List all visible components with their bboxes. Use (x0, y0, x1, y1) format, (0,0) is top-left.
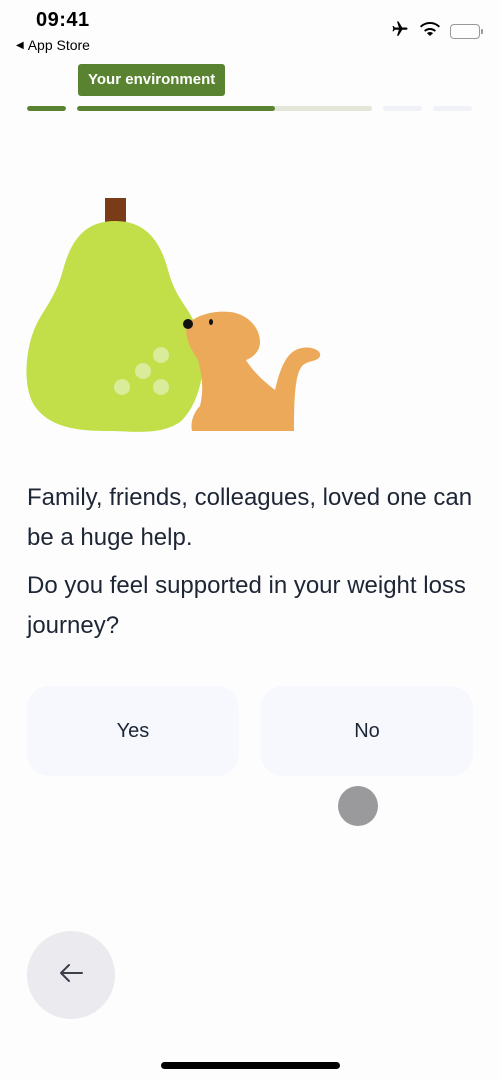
progress-segment-fill (77, 106, 275, 111)
back-triangle-icon: ◀ (16, 39, 24, 51)
pear-spot (153, 379, 169, 395)
touch-indicator (338, 786, 378, 826)
progress-segment (27, 106, 66, 111)
progress-bar (0, 106, 500, 111)
answer-yes-button[interactable]: Yes (27, 686, 239, 776)
progress-segment-fill (27, 106, 66, 111)
pear-spot (135, 363, 151, 379)
back-button[interactable] (27, 931, 115, 1019)
arrow-left-icon (58, 963, 84, 988)
question-text-block: Family, friends, colleagues, loved one c… (27, 478, 477, 646)
pear-stem (105, 198, 126, 222)
progress-segment (383, 106, 422, 111)
home-indicator[interactable] (161, 1062, 340, 1069)
progress-segment (77, 106, 372, 111)
pear-spot (153, 347, 169, 363)
status-icons (390, 20, 483, 43)
status-time: 09:41 (36, 9, 90, 31)
pear-spot (114, 379, 130, 395)
pear-and-dog-illustration (20, 190, 340, 440)
pear-body (26, 221, 204, 432)
section-tag: Your environment (78, 64, 226, 96)
wifi-icon (420, 21, 440, 42)
answer-no-button[interactable]: No (261, 686, 473, 776)
back-app-label: App Store (27, 37, 90, 53)
question-text: Do you feel supported in your weight los… (27, 572, 466, 639)
progress-segment (433, 106, 472, 111)
answer-options: Yes No (27, 686, 473, 776)
battery-icon (450, 24, 483, 39)
back-to-app-store-link[interactable]: ◀ App Store (16, 37, 90, 53)
dog-eye (209, 319, 213, 325)
dog-nose (183, 319, 193, 329)
intro-text: Family, friends, colleagues, loved one c… (27, 484, 473, 551)
airplane-mode-icon (390, 20, 410, 43)
dog-body (186, 311, 321, 431)
status-bar: 09:41 ◀ App Store (0, 0, 500, 60)
